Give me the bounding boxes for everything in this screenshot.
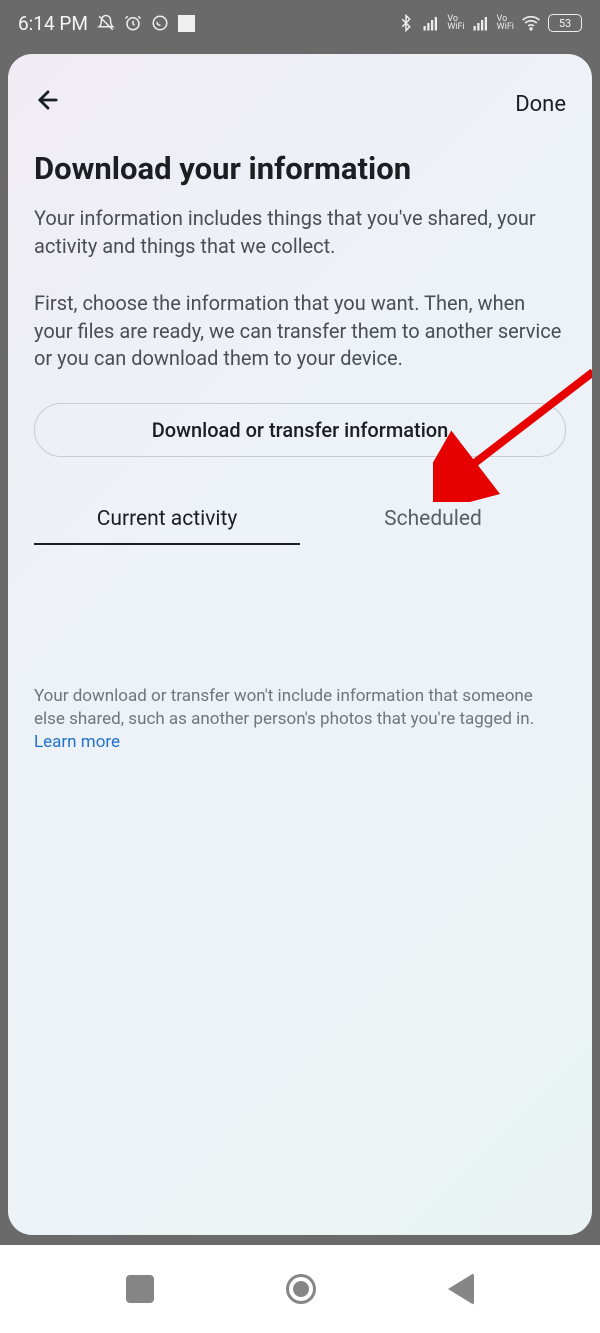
done-button[interactable]: Done bbox=[515, 92, 566, 117]
download-transfer-label: Download or transfer information bbox=[152, 418, 449, 442]
navigation-bar bbox=[0, 1245, 600, 1333]
status-right: Vo WiFi Vo WiFi 53 bbox=[397, 13, 582, 33]
app-card: Done Download your information Your info… bbox=[8, 54, 592, 1235]
description-paragraph-2: First, choose the information that you w… bbox=[8, 290, 592, 373]
description-paragraph-1: Your information includes things that yo… bbox=[8, 205, 592, 260]
bluetooth-icon bbox=[397, 14, 415, 32]
square-icon bbox=[178, 15, 195, 32]
arrow-left-icon bbox=[34, 86, 62, 114]
download-transfer-button[interactable]: Download or transfer information bbox=[34, 403, 566, 457]
whatsapp-icon bbox=[151, 14, 169, 32]
tabs: Current activity Scheduled bbox=[34, 499, 566, 545]
tab-current-activity[interactable]: Current activity bbox=[34, 499, 300, 545]
learn-more-link[interactable]: Learn more bbox=[34, 732, 120, 752]
home-button[interactable] bbox=[286, 1274, 316, 1304]
vowifi-label-2: Vo WiFi bbox=[497, 15, 514, 31]
signal-icon-2 bbox=[472, 14, 490, 32]
recent-apps-button[interactable] bbox=[126, 1275, 154, 1303]
battery-icon: 53 bbox=[548, 14, 582, 32]
back-nav-button[interactable] bbox=[448, 1273, 474, 1305]
notifications-off-icon bbox=[97, 14, 115, 32]
wifi-icon bbox=[521, 13, 541, 33]
page-title: Download your information bbox=[8, 150, 592, 205]
battery-percent: 53 bbox=[559, 17, 571, 30]
disclaimer-text: Your download or transfer won't include … bbox=[34, 686, 534, 729]
back-button[interactable] bbox=[34, 86, 62, 122]
vowifi-label-1: Vo WiFi bbox=[447, 15, 464, 31]
disclaimer: Your download or transfer won't include … bbox=[8, 545, 592, 754]
signal-icon bbox=[422, 14, 440, 32]
status-bar: 6:14 PM Vo WiFi Vo WiFi bbox=[0, 0, 600, 46]
alarm-icon bbox=[124, 14, 142, 32]
status-left: 6:14 PM bbox=[18, 12, 195, 35]
clock-time: 6:14 PM bbox=[18, 12, 88, 35]
header: Done bbox=[8, 54, 592, 150]
tab-scheduled[interactable]: Scheduled bbox=[300, 499, 566, 545]
